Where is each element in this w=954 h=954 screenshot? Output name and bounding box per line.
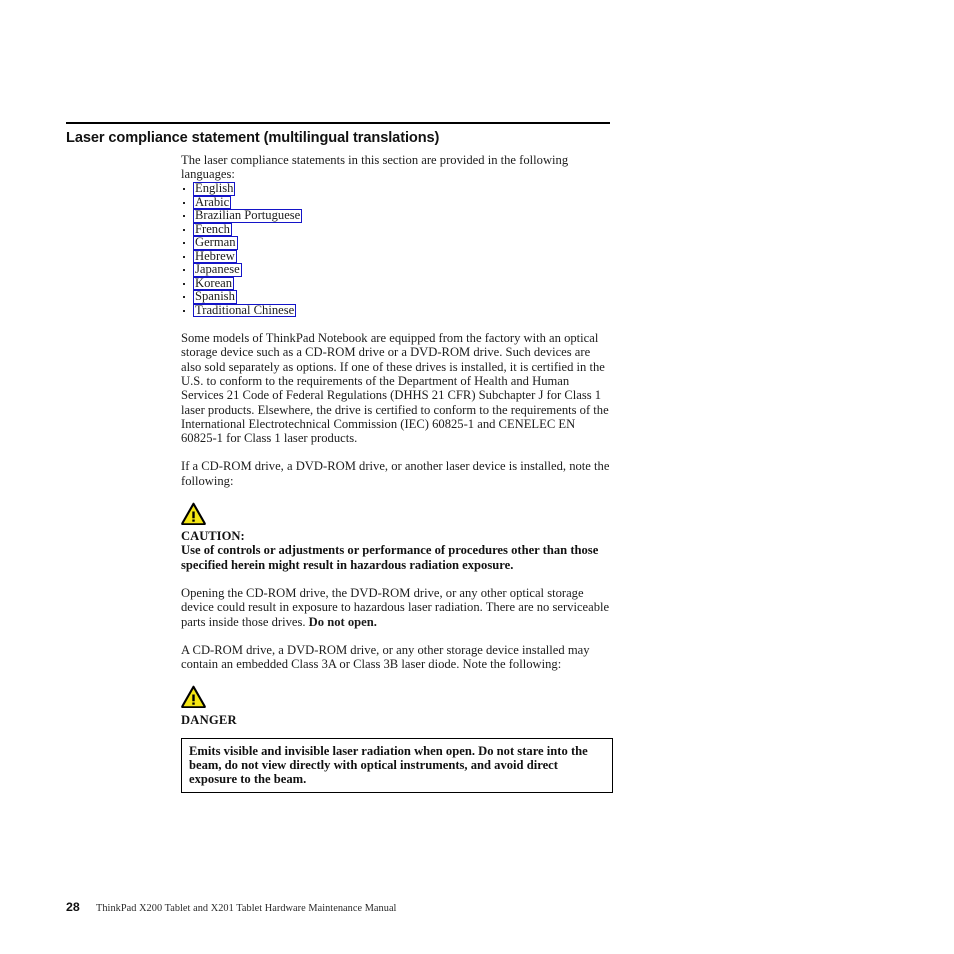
- danger-notice-text: Emits visible and invisible laser radiat…: [189, 743, 588, 787]
- bullet-icon: [183, 309, 186, 312]
- bullet-icon: [183, 228, 186, 231]
- paragraph-if-drive-installed: If a CD-ROM drive, a DVD-ROM drive, or a…: [181, 459, 610, 488]
- caution-label: CAUTION:: [181, 529, 245, 544]
- danger-notice-box: Emits visible and invisible laser radiat…: [181, 737, 613, 794]
- danger-warning-graphic: [181, 685, 611, 709]
- warning-triangle-icon: [181, 502, 206, 526]
- intro-paragraph: The laser compliance statements in this …: [181, 153, 569, 182]
- page-footer: 28 ThinkPad X200 Tablet and X201 Tablet …: [66, 900, 396, 914]
- bullet-icon: [183, 201, 186, 204]
- language-link-list: English Arabic Brazilian Portuguese Fren…: [181, 182, 611, 318]
- list-item: German: [181, 236, 611, 250]
- caution-text: Use of controls or adjustments or perfor…: [181, 543, 599, 572]
- list-item: Korean: [181, 276, 611, 291]
- bullet-icon: [183, 242, 186, 245]
- caution-block: CAUTION: Use of controls or adjustments …: [181, 529, 611, 572]
- bullet-icon: [183, 255, 186, 258]
- paragraph-optical-storage-models: Some models of ThinkPad Notebook are equ…: [181, 331, 609, 446]
- language-link-brazilian-portuguese[interactable]: Brazilian Portuguese: [193, 209, 303, 223]
- paragraph-class-3a-3b: A CD-ROM drive, a DVD-ROM drive, or any …: [181, 642, 590, 672]
- list-item: Arabic: [181, 195, 611, 210]
- bullet-icon: [183, 188, 186, 191]
- language-link-spanish[interactable]: Spanish: [193, 290, 237, 304]
- paragraph-opening-drive: Opening the CD-ROM drive, the DVD-ROM dr…: [181, 586, 611, 629]
- do-not-open-emphasis: Do not open.: [308, 614, 377, 629]
- list-item: Spanish: [181, 290, 611, 304]
- paragraph-opening-drive-text: Opening the CD-ROM drive, the DVD-ROM dr…: [181, 585, 610, 629]
- footer-page-number: 28: [66, 900, 80, 914]
- list-item: English: [181, 182, 611, 196]
- language-link-japanese[interactable]: Japanese: [193, 263, 242, 277]
- body-content: The laser compliance statements in this …: [181, 153, 613, 794]
- document-page: Laser compliance statement (multilingual…: [0, 0, 954, 954]
- language-link-traditional-chinese[interactable]: Traditional Chinese: [193, 303, 297, 318]
- language-link-english[interactable]: English: [193, 182, 236, 196]
- list-item: Japanese: [181, 263, 611, 277]
- bullet-icon: [183, 215, 186, 218]
- danger-label: DANGER: [181, 713, 237, 728]
- footer-book-title: ThinkPad X200 Tablet and X201 Tablet Har…: [96, 903, 397, 914]
- language-link-german[interactable]: German: [193, 236, 238, 250]
- caution-warning-graphic: [181, 502, 611, 526]
- list-item: French: [181, 222, 611, 237]
- page-title: Laser compliance statement (multilingual…: [66, 130, 440, 146]
- warning-triangle-icon: [181, 686, 206, 709]
- list-item: Brazilian Portuguese: [181, 209, 611, 223]
- list-item: Hebrew: [181, 249, 611, 264]
- heading-divider-rule: [66, 122, 610, 124]
- list-item: Traditional Chinese: [181, 303, 611, 318]
- bullet-icon: [183, 282, 186, 285]
- bullet-icon: [183, 296, 186, 299]
- bullet-icon: [183, 269, 186, 272]
